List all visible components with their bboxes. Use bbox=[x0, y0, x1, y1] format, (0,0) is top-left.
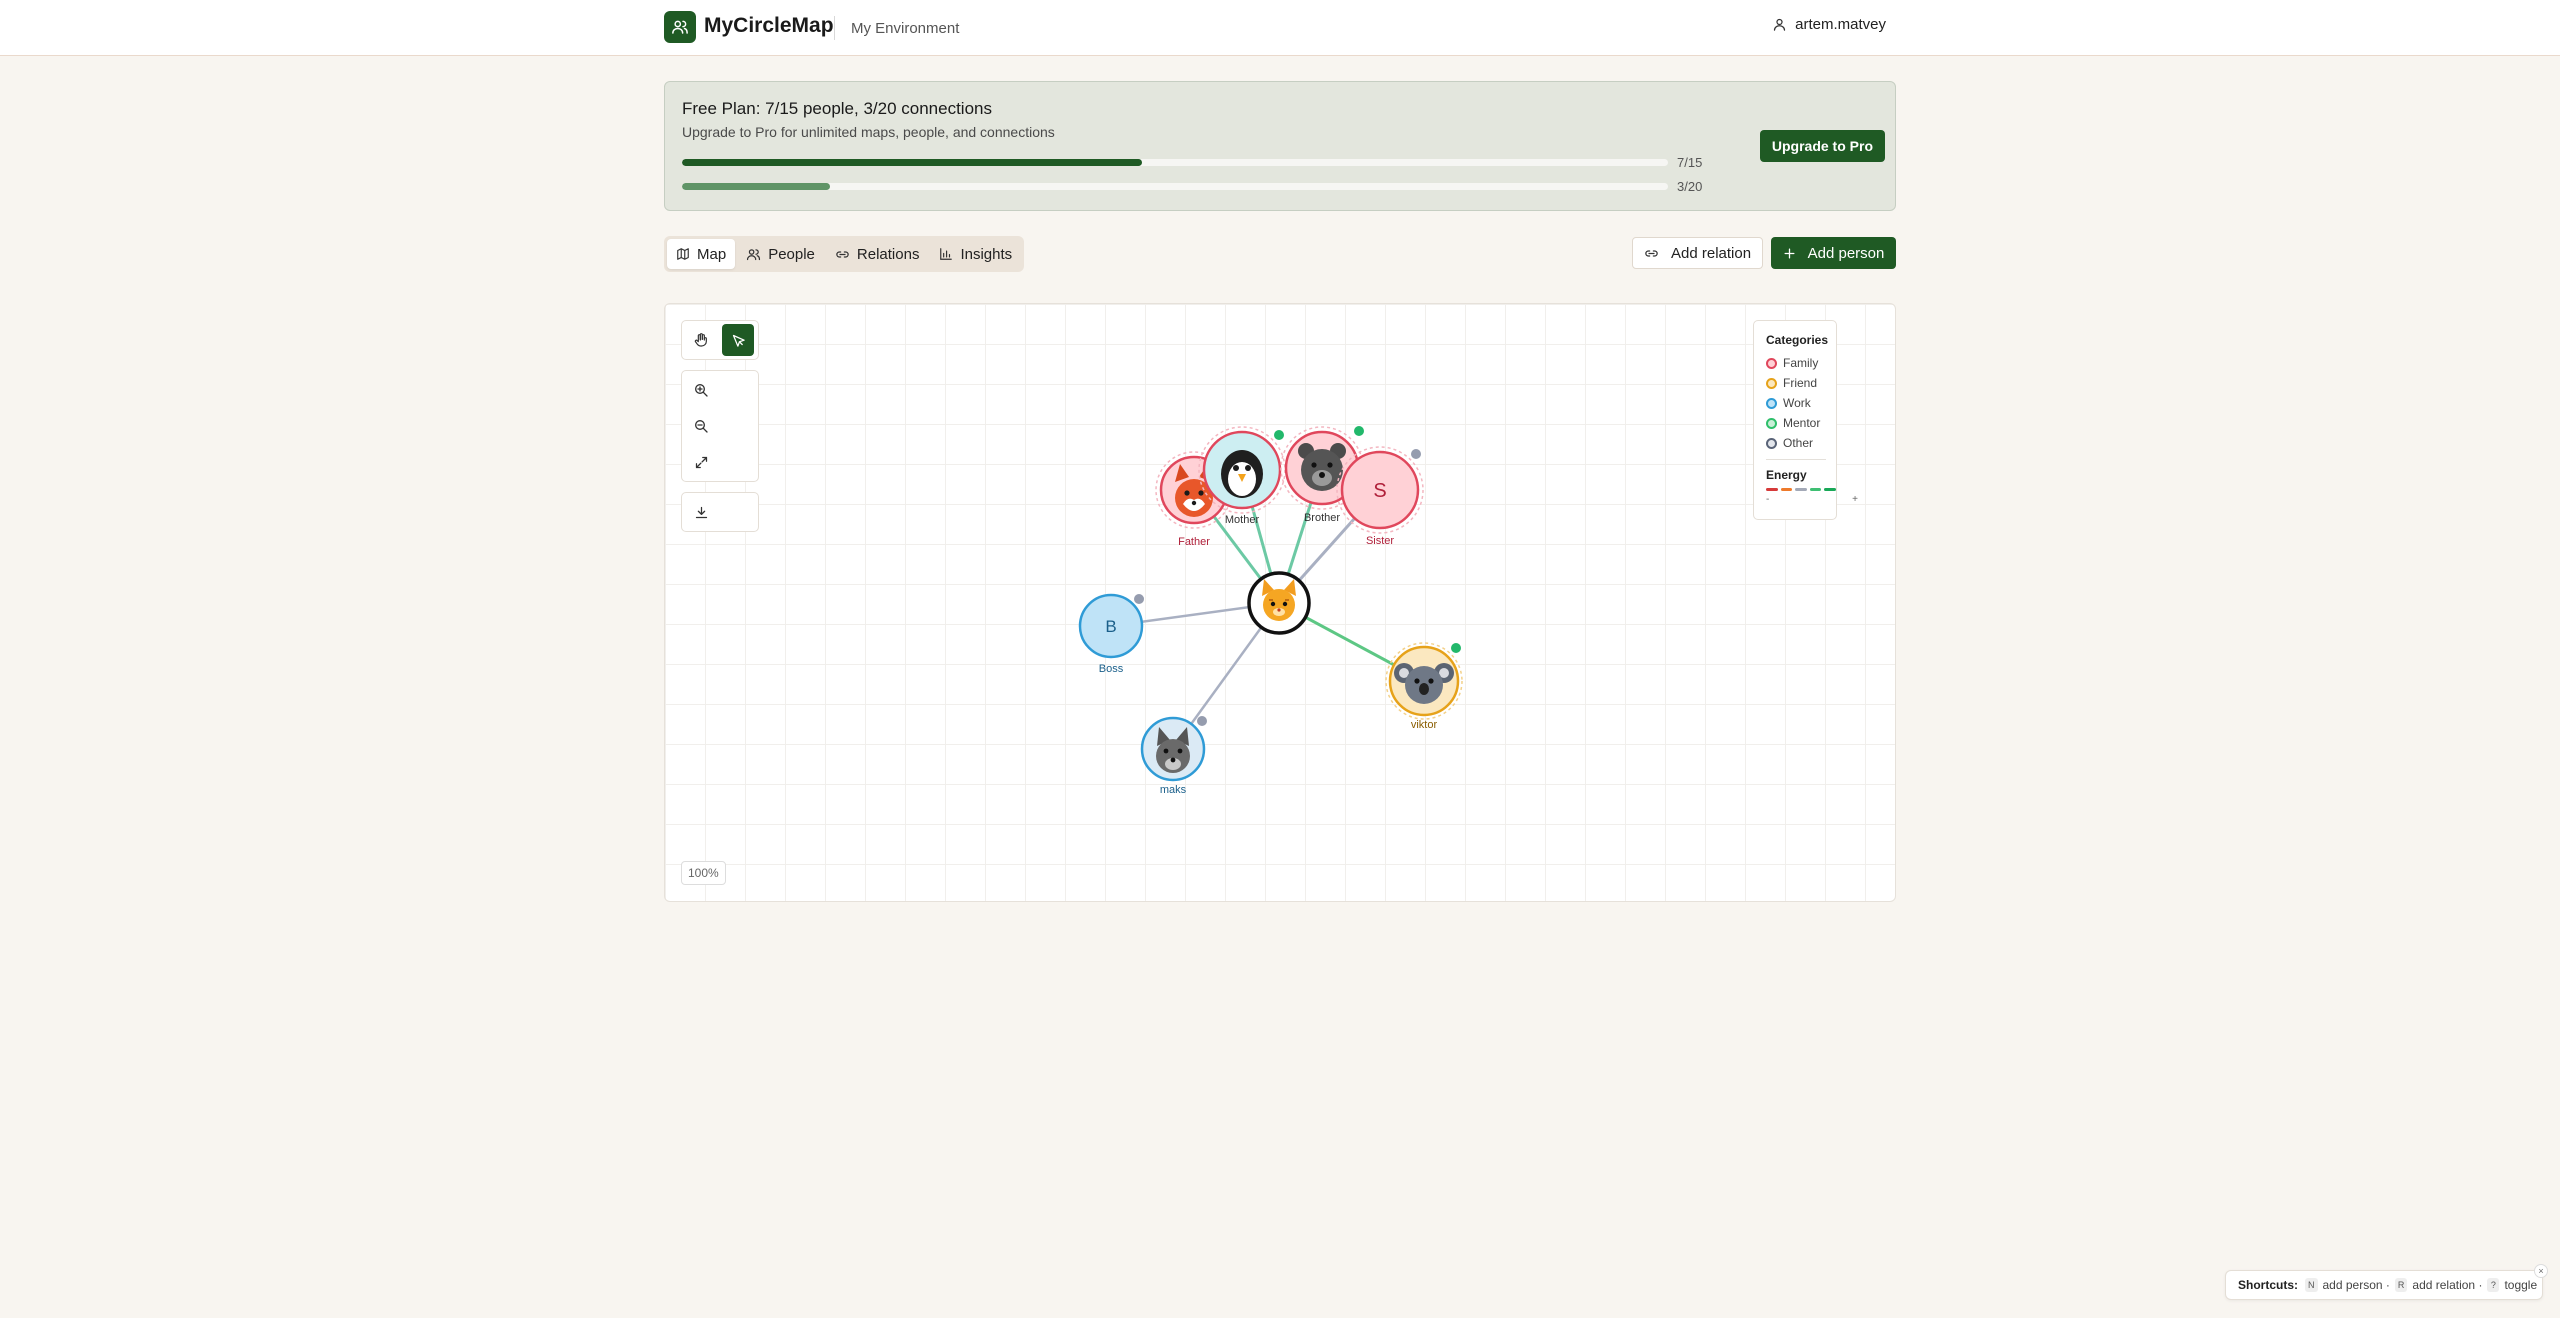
link-icon bbox=[836, 250, 849, 258]
legend-item-mentor: Mentor bbox=[1766, 413, 1836, 433]
person-name-brother: Brother bbox=[1304, 512, 1340, 524]
shortcut-key-help: ? bbox=[2487, 1278, 2500, 1292]
plus-icon bbox=[1784, 248, 1795, 258]
boss-initial: B bbox=[1105, 617, 1116, 636]
energy-seg-1 bbox=[1766, 488, 1778, 491]
energy-dot-brother bbox=[1354, 426, 1364, 436]
shortcut-label-toggle: toggle bbox=[2504, 1278, 2538, 1292]
energy-dot-maks bbox=[1197, 716, 1207, 726]
person-name-sister: Sister bbox=[1366, 535, 1394, 547]
relationship-map-canvas[interactable]: Father Mother Brother S Sister B Boss vi… bbox=[664, 303, 1896, 902]
energy-dot-boss bbox=[1134, 594, 1144, 604]
tab-people-label: People bbox=[768, 245, 815, 263]
energy-scale bbox=[1766, 488, 1836, 491]
plan-subtitle: Upgrade to Pro for unlimited maps, peopl… bbox=[682, 124, 1055, 140]
users-icon bbox=[747, 248, 761, 260]
energy-min-label: - bbox=[1766, 494, 1770, 505]
legend-dot-mentor bbox=[1766, 417, 1777, 429]
users-logo-icon bbox=[672, 20, 688, 34]
energy-seg-4 bbox=[1809, 488, 1822, 491]
tab-relations-label: Relations bbox=[856, 245, 920, 263]
tab-relations[interactable]: Relations bbox=[826, 239, 929, 269]
people-progress-label: 7/15 bbox=[1677, 155, 1703, 170]
add-relation-label: Add relation bbox=[1671, 244, 1752, 262]
energy-seg-2 bbox=[1780, 488, 1793, 491]
legend-item-work: Work bbox=[1766, 393, 1836, 413]
connections-progress-bar bbox=[682, 183, 1668, 190]
people-progress-bar bbox=[682, 159, 1668, 166]
energy-seg-5 bbox=[1824, 488, 1836, 491]
person-name-viktor: viktor bbox=[1411, 719, 1438, 731]
shortcuts-title: Shortcuts: bbox=[2238, 1278, 2298, 1292]
add-person-label: Add person bbox=[1807, 244, 1885, 262]
brand-name[interactable]: MyCircleMap bbox=[704, 14, 834, 38]
person-node-sister[interactable]: S bbox=[1336, 446, 1424, 534]
view-tabs: Map People Relations Insights bbox=[664, 236, 1025, 272]
legend-label-family: Family bbox=[1783, 356, 1819, 370]
energy-scale-ends: - + bbox=[1766, 494, 1858, 505]
brand-logo[interactable] bbox=[664, 11, 696, 43]
plan-title: Free Plan: 7/15 people, 3/20 connections bbox=[682, 99, 992, 118]
environment-name[interactable]: My Environment bbox=[851, 20, 959, 37]
legend-item-friend: Friend bbox=[1766, 373, 1836, 393]
legend-label-mentor: Mentor bbox=[1783, 416, 1821, 430]
legend-energy-title: Energy bbox=[1766, 468, 1807, 482]
legend-categories-title: Categories bbox=[1766, 333, 1829, 347]
tab-insights-label: Insights bbox=[960, 245, 1013, 263]
legend-divider bbox=[1766, 459, 1826, 460]
legend-label-friend: Friend bbox=[1783, 376, 1818, 390]
person-name-boss: Boss bbox=[1099, 663, 1124, 675]
zoom-level-badge: 100% bbox=[681, 861, 726, 885]
sister-initial: S bbox=[1373, 480, 1386, 502]
energy-max-label: + bbox=[1852, 494, 1858, 505]
tab-people[interactable]: People bbox=[737, 239, 824, 269]
legend-dot-other bbox=[1766, 437, 1777, 449]
user-icon bbox=[1774, 18, 1786, 31]
bar-chart-icon bbox=[940, 248, 953, 260]
map-icon bbox=[677, 248, 689, 260]
person-name-maks: maks bbox=[1160, 784, 1187, 796]
plan-banner: Free Plan: 7/15 people, 3/20 connections… bbox=[664, 81, 1896, 211]
top-bar: MyCircleMap My Environment artem.matvey bbox=[0, 0, 2560, 56]
category-legend: Categories Family Friend Work Mentor Oth… bbox=[1753, 320, 1858, 520]
shortcut-key-r: R bbox=[2394, 1278, 2408, 1292]
header-divider bbox=[834, 16, 835, 40]
add-relation-button[interactable]: Add relation bbox=[1632, 237, 1764, 269]
penguin-avatar-icon bbox=[1221, 450, 1263, 498]
person-node-maks[interactable] bbox=[1140, 716, 1207, 782]
username: artem.matvey bbox=[1795, 16, 1886, 33]
shortcuts-hint: Shortcuts: N add person · R add relation… bbox=[2225, 1264, 2548, 1300]
tab-map-label: Map bbox=[697, 245, 727, 263]
me-node[interactable] bbox=[1247, 571, 1311, 635]
energy-seg-3 bbox=[1795, 488, 1807, 491]
energy-dot-mother bbox=[1274, 430, 1284, 440]
shortcut-label-add-person: add person · bbox=[2322, 1278, 2390, 1292]
tab-map[interactable]: Map bbox=[667, 239, 736, 269]
user-menu[interactable]: artem.matvey bbox=[1772, 16, 1886, 33]
legend-label-other: Other bbox=[1783, 436, 1814, 450]
connections-progress-label: 3/20 bbox=[1677, 179, 1703, 194]
connections-progress-fill bbox=[682, 183, 830, 190]
close-shortcuts-icon[interactable]: × bbox=[2534, 1264, 2548, 1278]
legend-dot-work bbox=[1766, 397, 1777, 409]
legend-item-family: Family bbox=[1766, 353, 1836, 373]
upgrade-button[interactable]: Upgrade to Pro bbox=[1759, 130, 1885, 162]
energy-dot-viktor bbox=[1451, 643, 1461, 653]
legend-item-other: Other bbox=[1766, 433, 1836, 453]
person-name-father: Father bbox=[1178, 536, 1210, 548]
tab-insights[interactable]: Insights bbox=[930, 239, 1021, 269]
shortcut-key-n: N bbox=[2305, 1278, 2318, 1292]
link-icon bbox=[1645, 249, 1658, 257]
people-progress-fill bbox=[682, 159, 1143, 166]
relationship-graph: Father Mother Brother S Sister B Boss vi… bbox=[1078, 426, 1463, 796]
legend-label-work: Work bbox=[1783, 396, 1811, 410]
add-person-button[interactable]: Add person bbox=[1771, 237, 1896, 269]
legend-dot-family bbox=[1766, 357, 1777, 369]
person-node-viktor[interactable] bbox=[1385, 642, 1463, 720]
shortcut-label-add-relation: add relation · bbox=[2412, 1278, 2483, 1292]
person-name-mother: Mother bbox=[1225, 514, 1260, 526]
legend-dot-friend bbox=[1766, 377, 1777, 389]
person-node-boss[interactable]: B bbox=[1078, 593, 1144, 659]
energy-dot-sister bbox=[1411, 449, 1421, 459]
